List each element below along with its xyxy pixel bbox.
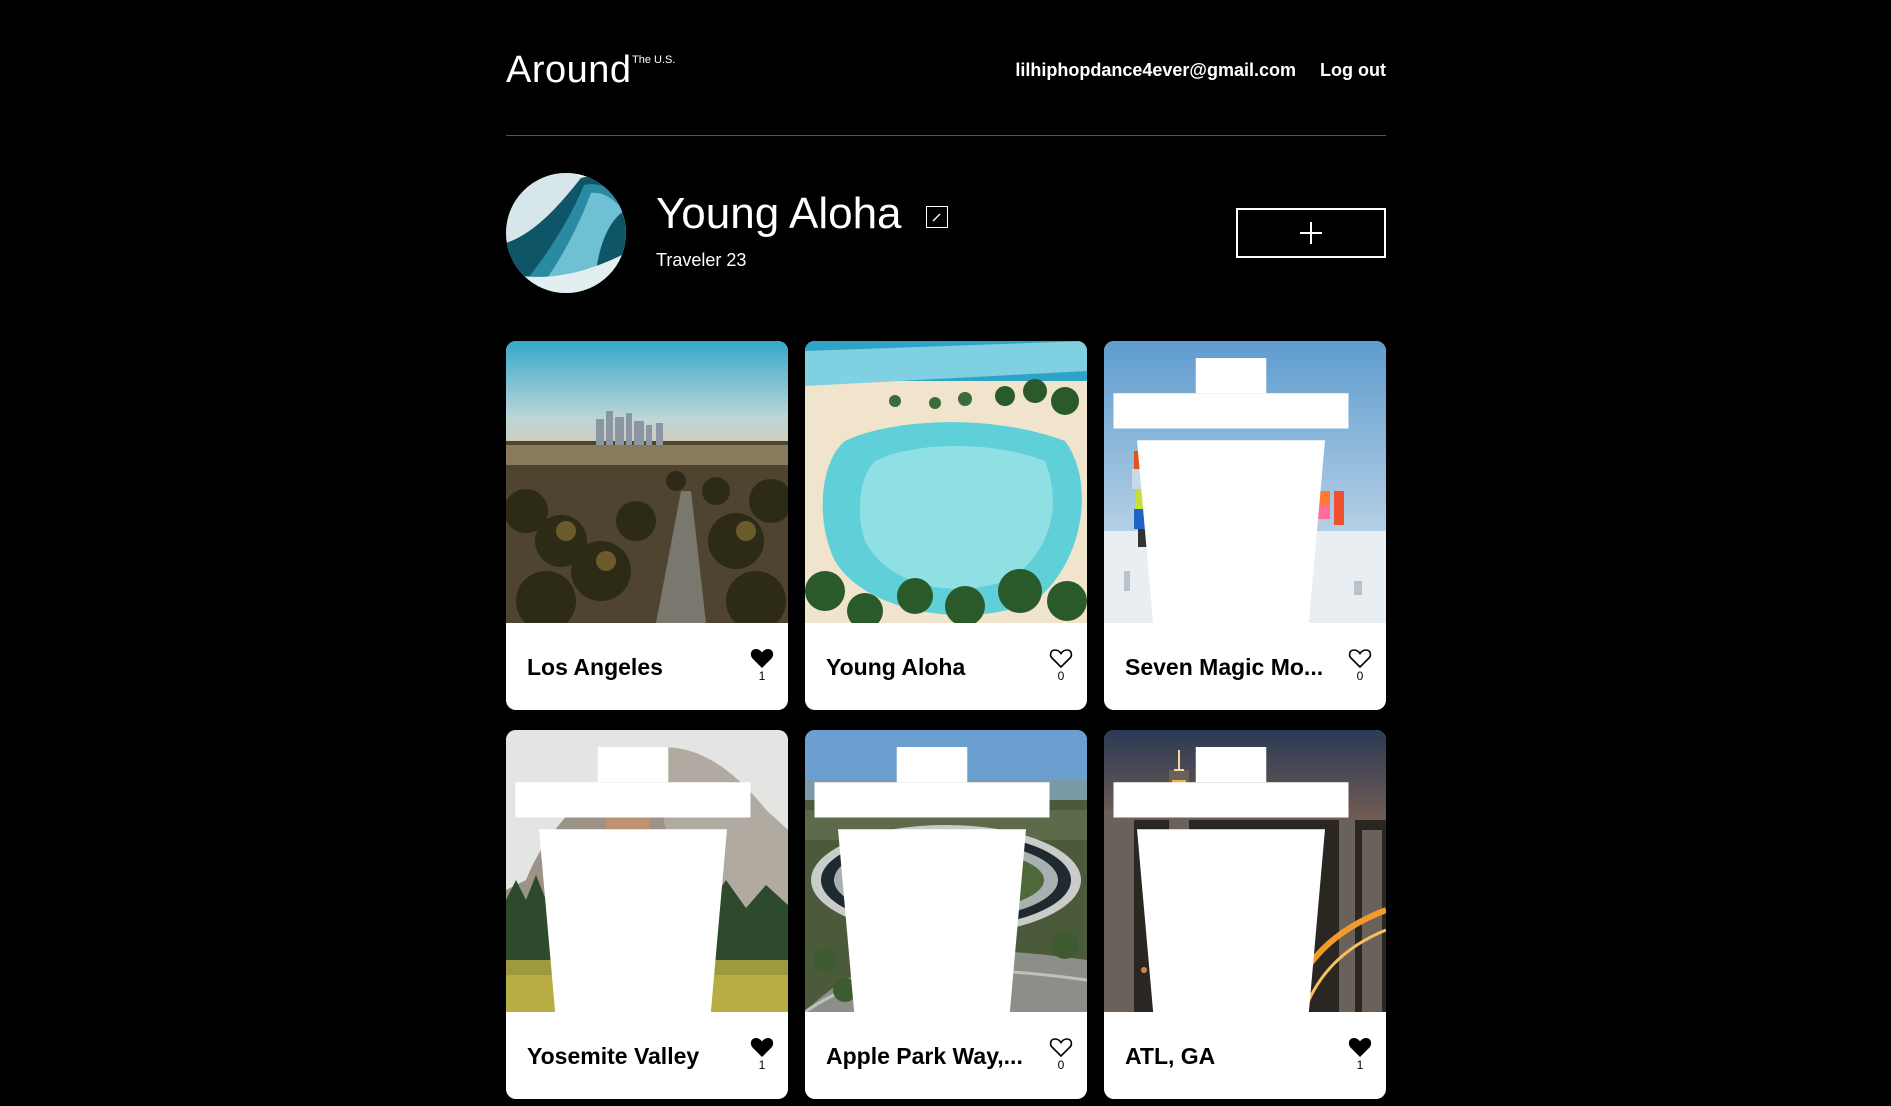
trash-icon[interactable]	[1104, 358, 1372, 623]
avatar[interactable]	[506, 173, 626, 293]
place-card: Yosemite Valley 1	[506, 730, 788, 1099]
tropical-lagoon-image	[805, 341, 1087, 623]
place-image[interactable]	[506, 341, 788, 623]
heart-filled-icon[interactable]	[1348, 1036, 1372, 1058]
like-count: 0	[1057, 669, 1065, 683]
heart-outline-icon[interactable]	[1049, 647, 1073, 669]
place-card-footer: Yosemite Valley 1	[506, 1012, 788, 1099]
trash-icon[interactable]	[1104, 747, 1372, 1012]
header: Around The U.S. lilhiphopdance4ever@gmai…	[506, 0, 1386, 136]
place-card: Apple Park Way,... 0	[805, 730, 1087, 1099]
like-count: 1	[758, 669, 766, 683]
logout-link[interactable]: Log out	[1320, 60, 1386, 81]
place-card-footer: Apple Park Way,... 0	[805, 1012, 1087, 1099]
plus-icon	[1300, 222, 1322, 244]
like-count: 0	[1356, 669, 1364, 683]
pencil-icon	[932, 213, 941, 222]
places-grid: Los Angeles 1 Young Aloha 0 Seven Magic …	[506, 341, 1386, 1099]
logo-superscript: The U.S.	[632, 54, 676, 66]
place-title: Seven Magic Mo...	[1125, 654, 1324, 680]
place-image[interactable]	[805, 730, 1087, 1012]
like-count: 1	[1356, 1058, 1364, 1072]
place-title: Apple Park Way,...	[826, 1043, 1023, 1069]
place-card-footer: ATL, GA 1	[1104, 1012, 1386, 1099]
place-card-footer: Young Aloha 0	[805, 623, 1087, 710]
trash-icon[interactable]	[805, 747, 1073, 1012]
like-area: 1	[750, 647, 774, 682]
place-card: ATL, GA 1	[1104, 730, 1386, 1099]
place-title: Yosemite Valley	[527, 1043, 700, 1069]
edit-profile-button[interactable]	[926, 206, 948, 228]
place-card-footer: Los Angeles 1	[506, 623, 788, 710]
place-image[interactable]	[1104, 730, 1386, 1012]
place-title: ATL, GA	[1125, 1043, 1216, 1069]
avatar-image	[506, 173, 626, 293]
heart-outline-icon[interactable]	[1348, 647, 1372, 669]
place-card: Seven Magic Mo... 0	[1104, 341, 1386, 710]
place-title: Young Aloha	[826, 654, 966, 680]
like-area: 0	[1348, 647, 1372, 682]
place-image[interactable]	[1104, 341, 1386, 623]
heart-outline-icon[interactable]	[1049, 1036, 1073, 1058]
place-title: Los Angeles	[527, 654, 663, 680]
header-user-area: lilhiphopdance4ever@gmail.com Log out	[1015, 60, 1386, 81]
like-count: 1	[758, 1058, 766, 1072]
place-card: Los Angeles 1	[506, 341, 788, 710]
page: Around The U.S. lilhiphopdance4ever@gmai…	[506, 0, 1386, 1099]
place-image[interactable]	[506, 730, 788, 1012]
heart-filled-icon[interactable]	[750, 647, 774, 669]
like-area: 1	[1348, 1036, 1372, 1071]
like-area: 0	[1049, 1036, 1073, 1071]
like-count: 0	[1057, 1058, 1065, 1072]
profile-name: Young Aloha	[656, 189, 902, 238]
logo: Around	[506, 49, 632, 91]
like-area: 1	[750, 1036, 774, 1071]
profile-section: Young Aloha Traveler 23	[506, 136, 1386, 341]
city-skyline-palms-image	[506, 341, 788, 623]
like-area: 0	[1049, 647, 1073, 682]
trash-icon[interactable]	[506, 747, 774, 1012]
add-place-button[interactable]	[1236, 208, 1386, 258]
place-card: Young Aloha 0	[805, 341, 1087, 710]
place-image[interactable]	[805, 341, 1087, 623]
heart-filled-icon[interactable]	[750, 1036, 774, 1058]
profile-description: Traveler 23	[656, 250, 747, 270]
place-card-footer: Seven Magic Mo... 0	[1104, 623, 1386, 710]
user-email: lilhiphopdance4ever@gmail.com	[1015, 60, 1297, 80]
